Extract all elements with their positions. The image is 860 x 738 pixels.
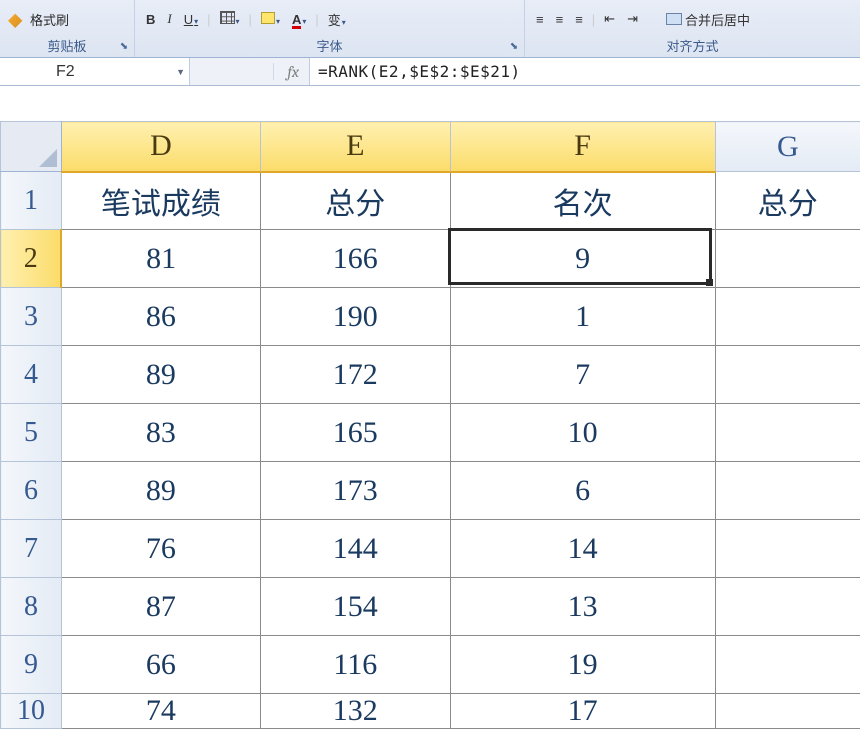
cell[interactable]: 66: [61, 636, 260, 694]
cell[interactable]: 笔试成绩: [61, 172, 260, 230]
cell[interactable]: 17: [450, 694, 715, 729]
cell[interactable]: 1: [450, 288, 715, 346]
grid-icon: [220, 11, 235, 24]
row-header[interactable]: 9: [1, 636, 62, 694]
col-header-G[interactable]: G: [715, 122, 860, 172]
row-header[interactable]: 10: [1, 694, 62, 729]
spreadsheet-grid: D E F G 1 笔试成绩 总分 名次 总分 2 81 166 9 3 86 …: [0, 121, 860, 729]
cell[interactable]: 名次: [450, 172, 715, 230]
brush-icon: [8, 10, 26, 28]
cell[interactable]: 173: [260, 462, 450, 520]
row-header[interactable]: 8: [1, 578, 62, 636]
ribbon-group-font: B I U▾ | ▾ | ▾ A▾ | 变▾ 字体 ⬊: [135, 0, 525, 57]
col-header-E[interactable]: E: [260, 122, 450, 172]
cell[interactable]: 132: [260, 694, 450, 729]
cell[interactable]: 9: [450, 230, 715, 288]
merge-center-label: 合并后居中: [685, 10, 750, 29]
merge-icon: [666, 13, 682, 25]
alignment-group-label: 对齐方式: [533, 36, 852, 57]
row-header[interactable]: 1: [1, 172, 62, 230]
name-box-value: F2: [56, 63, 75, 81]
chevron-down-icon: ▾: [193, 17, 198, 26]
align-center-button[interactable]: ≡: [553, 12, 567, 27]
cell[interactable]: 总分: [715, 172, 860, 230]
format-painter-label: 格式刷: [30, 10, 69, 29]
cell[interactable]: [715, 636, 860, 694]
ribbon-group-clipboard: 格式刷 剪贴板 ⬊: [0, 0, 135, 57]
row-header[interactable]: 5: [1, 404, 62, 462]
cell[interactable]: 13: [450, 578, 715, 636]
fx-label: fx: [287, 63, 299, 81]
cell[interactable]: 10: [450, 404, 715, 462]
cell[interactable]: 165: [260, 404, 450, 462]
cell[interactable]: 总分: [260, 172, 450, 230]
cell[interactable]: [715, 346, 860, 404]
bucket-icon: [261, 12, 275, 24]
cell[interactable]: [715, 230, 860, 288]
cell[interactable]: [715, 578, 860, 636]
cell[interactable]: 166: [260, 230, 450, 288]
cell[interactable]: 89: [61, 346, 260, 404]
decrease-indent-button[interactable]: ⇤: [601, 11, 618, 27]
row-header[interactable]: 7: [1, 520, 62, 578]
row-header[interactable]: 2: [1, 230, 62, 288]
borders-button[interactable]: ▾: [217, 11, 243, 27]
cell[interactable]: 172: [260, 346, 450, 404]
name-box[interactable]: F2 ▼: [0, 58, 190, 85]
fill-color-button[interactable]: ▾: [258, 12, 283, 27]
font-dialog-launcher[interactable]: ⬊: [507, 40, 521, 54]
cell[interactable]: 6: [450, 462, 715, 520]
chevron-down-icon: ▾: [341, 18, 346, 27]
clipboard-group-label: 剪贴板: [8, 36, 126, 57]
cell[interactable]: [715, 694, 860, 729]
chevron-down-icon: ▾: [235, 17, 240, 26]
cell[interactable]: 190: [260, 288, 450, 346]
row-header[interactable]: 4: [1, 346, 62, 404]
cell[interactable]: [715, 288, 860, 346]
cell[interactable]: 14: [450, 520, 715, 578]
row-header[interactable]: 3: [1, 288, 62, 346]
cell[interactable]: [715, 404, 860, 462]
chevron-down-icon[interactable]: ▼: [176, 67, 185, 77]
col-header-D[interactable]: D: [61, 122, 260, 172]
select-all-corner[interactable]: [1, 122, 62, 172]
font-color-button[interactable]: A▾: [289, 12, 309, 27]
bold-button[interactable]: B: [143, 12, 158, 27]
ribbon: 格式刷 剪贴板 ⬊ B I U▾ | ▾ | ▾ A▾ | 变▾ 字体 ⬊ ≡ …: [0, 0, 860, 58]
cell[interactable]: 7: [450, 346, 715, 404]
cell[interactable]: [715, 462, 860, 520]
chevron-down-icon: ▾: [275, 17, 280, 26]
cell[interactable]: 154: [260, 578, 450, 636]
cell[interactable]: 76: [61, 520, 260, 578]
italic-button[interactable]: I: [164, 11, 174, 27]
clipboard-dialog-launcher[interactable]: ⬊: [117, 40, 131, 54]
format-painter-button[interactable]: 格式刷: [8, 10, 69, 29]
cell[interactable]: 19: [450, 636, 715, 694]
cell[interactable]: 89: [61, 462, 260, 520]
cell[interactable]: 86: [61, 288, 260, 346]
underline-button[interactable]: U▾: [181, 12, 201, 27]
row-header[interactable]: 6: [1, 462, 62, 520]
formula-text: =RANK(E2,$E$2:$E$21): [318, 62, 521, 81]
formula-bar: F2 ▼ fx =RANK(E2,$E$2:$E$21): [0, 58, 860, 86]
increase-indent-button[interactable]: ⇥: [624, 11, 641, 27]
font-group-label: 字体: [143, 36, 516, 57]
cell[interactable]: 74: [61, 694, 260, 729]
cell[interactable]: [715, 520, 860, 578]
cell[interactable]: 116: [260, 636, 450, 694]
col-header-F[interactable]: F: [450, 122, 715, 172]
asian-layout-button[interactable]: 变▾: [325, 10, 349, 29]
cell[interactable]: 83: [61, 404, 260, 462]
merge-center-button[interactable]: 合并后居中: [663, 10, 753, 29]
formula-input[interactable]: =RANK(E2,$E$2:$E$21): [310, 58, 860, 85]
cell[interactable]: 81: [61, 230, 260, 288]
chevron-down-icon: ▾: [301, 17, 306, 26]
ribbon-group-alignment: ≡ ≡ ≡ | ⇤ ⇥ 合并后居中 对齐方式: [525, 0, 860, 57]
fx-button[interactable]: fx: [190, 58, 310, 85]
cell[interactable]: 144: [260, 520, 450, 578]
cell[interactable]: 87: [61, 578, 260, 636]
align-left-button[interactable]: ≡: [533, 12, 547, 27]
align-right-button[interactable]: ≡: [572, 12, 586, 27]
